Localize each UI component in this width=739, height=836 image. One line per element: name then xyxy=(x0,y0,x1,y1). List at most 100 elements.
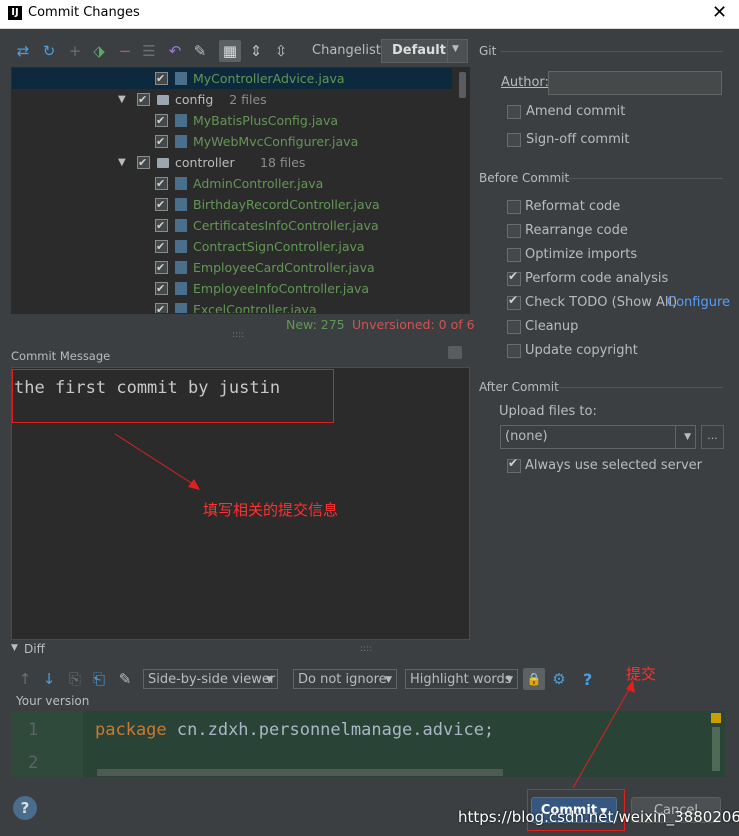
changes-tree[interactable]: MyControllerAdvice.java ▼ config 2 files MyB… xyxy=(11,67,470,314)
before-commit-checkbox[interactable] xyxy=(507,224,521,238)
before-commit-label[interactable]: Cleanup xyxy=(525,319,578,334)
include-checkbox[interactable] xyxy=(155,278,168,299)
amend-label[interactable]: Amend commit xyxy=(526,104,625,119)
include-checkbox[interactable] xyxy=(137,89,150,110)
horizontal-scrollbar[interactable] xyxy=(97,769,503,776)
folder-icon xyxy=(157,158,169,168)
help-button[interactable]: ? xyxy=(13,796,37,820)
tree-file-row[interactable]: BirthdayRecordController.java xyxy=(12,194,452,215)
tree-file-row[interactable]: MyWebMvcConfigurer.java xyxy=(12,131,452,152)
highlight-select[interactable]: Highlight words ▼ xyxy=(405,669,518,689)
amend-checkbox[interactable] xyxy=(507,105,521,119)
before-commit-checkbox[interactable] xyxy=(507,248,521,262)
tree-file-row[interactable]: MyBatisPlusConfig.java xyxy=(12,110,452,131)
include-checkbox[interactable] xyxy=(155,131,168,152)
upload-server-select[interactable]: (none) ▼ xyxy=(500,425,696,449)
before-commit-checkbox[interactable] xyxy=(507,320,521,334)
refresh-diff-icon[interactable]: ⇄ xyxy=(14,42,32,60)
changelist-label: Changelist: xyxy=(312,43,386,58)
java-file-icon xyxy=(175,135,187,148)
java-file-icon xyxy=(175,240,187,253)
changelist-select[interactable]: Default ▼ xyxy=(381,39,468,63)
tree-file-row[interactable]: MyControllerAdvice.java xyxy=(12,68,452,89)
tree-file-row[interactable]: CertificatesInfoController.java xyxy=(12,215,452,236)
always-use-checkbox[interactable] xyxy=(507,456,521,473)
before-commit-checkbox[interactable] xyxy=(507,200,521,214)
previous-file-icon[interactable]: ⎘ xyxy=(66,670,84,688)
vertical-scrollbar[interactable] xyxy=(712,727,720,771)
ignore-select[interactable]: Do not ignore ▼ xyxy=(293,669,397,689)
diff-collapse-icon[interactable]: ▼ xyxy=(11,643,18,653)
include-checkbox[interactable] xyxy=(155,173,168,194)
before-commit-checkbox[interactable] xyxy=(507,269,521,286)
tree-folder-row[interactable]: ▼ config 2 files xyxy=(12,89,452,110)
move-to-changelist-icon[interactable]: ⬗ xyxy=(90,42,108,60)
signoff-label[interactable]: Sign-off commit xyxy=(526,132,629,147)
tree-scrollbar[interactable] xyxy=(459,72,466,98)
remove-icon[interactable]: − xyxy=(116,42,134,60)
tree-file-row[interactable]: ContractSignController.java xyxy=(12,236,452,257)
include-checkbox[interactable] xyxy=(155,236,168,257)
tree-file-row[interactable]: AdminController.java xyxy=(12,173,452,194)
next-diff-icon[interactable]: ↓ xyxy=(40,670,58,688)
edit-icon[interactable]: ✎ xyxy=(116,670,134,688)
java-file-icon xyxy=(175,177,187,190)
expand-arrow-icon[interactable]: ▼ xyxy=(118,152,126,173)
chevron-down-icon: ▼ xyxy=(506,675,513,685)
tree-file-row[interactable]: ExcelController.java xyxy=(12,299,452,313)
unversioned-count[interactable]: Unversioned: 0 of 6 xyxy=(352,317,475,332)
previous-diff-icon[interactable]: ↑ xyxy=(16,670,34,688)
diff-splitter-handle[interactable]: :::: xyxy=(360,644,372,654)
group-icon[interactable]: ☰ xyxy=(140,42,158,60)
diff-label[interactable]: Diff xyxy=(24,642,45,656)
collapse-all-icon[interactable]: ⇳ xyxy=(272,42,290,60)
before-commit-label[interactable]: Optimize imports xyxy=(525,247,637,262)
tree-file-row[interactable]: EmployeeInfoController.java xyxy=(12,278,452,299)
splitter-handle[interactable]: :::: xyxy=(232,330,244,340)
chevron-down-icon: ▼ xyxy=(452,44,459,54)
configure-servers-button[interactable]: ... xyxy=(701,425,724,449)
include-checkbox[interactable] xyxy=(155,215,168,236)
inspection-marker[interactable] xyxy=(711,713,721,723)
before-commit-label[interactable]: Reformat code xyxy=(525,199,620,214)
expand-arrow-icon[interactable]: ▼ xyxy=(118,89,126,110)
add-icon[interactable]: + xyxy=(66,42,84,60)
next-file-icon[interactable]: ⎗ xyxy=(90,670,108,688)
ignore-value: Do not ignore xyxy=(298,672,387,687)
before-commit-label[interactable]: Perform code analysis xyxy=(525,271,668,286)
tree-item-name: MyWebMvcConfigurer.java xyxy=(193,134,359,149)
include-checkbox[interactable] xyxy=(155,68,168,89)
signoff-checkbox[interactable] xyxy=(507,133,521,147)
lock-icon[interactable]: 🔒 xyxy=(523,668,545,690)
before-commit-label[interactable]: Rearrange code xyxy=(525,223,628,238)
before-commit-checkbox[interactable] xyxy=(507,344,521,358)
before-commit-label[interactable]: Check TODO (Show All) xyxy=(525,295,677,310)
include-checkbox[interactable] xyxy=(155,299,168,313)
before-commit-checkbox[interactable] xyxy=(507,293,521,310)
upload-divider xyxy=(675,426,676,448)
message-history-icon[interactable] xyxy=(448,346,462,359)
edit-source-icon[interactable]: ✎ xyxy=(191,42,209,60)
show-diff-icon[interactable]: ▦ xyxy=(219,40,241,62)
author-label: Author: xyxy=(501,75,549,90)
include-checkbox[interactable] xyxy=(137,152,150,173)
tree-file-row[interactable]: EmployeeCardController.java xyxy=(12,257,452,278)
before-commit-label[interactable]: Update copyright xyxy=(525,343,638,358)
include-checkbox[interactable] xyxy=(155,194,168,215)
include-checkbox[interactable] xyxy=(155,110,168,131)
close-icon[interactable]: ✕ xyxy=(712,2,727,23)
tree-folder-row[interactable]: ▼ controller 18 files xyxy=(12,152,452,173)
configure-todo-link[interactable]: Configure xyxy=(667,295,730,310)
upload-label: Upload files to: xyxy=(499,404,597,419)
java-file-icon xyxy=(175,219,187,232)
include-checkbox[interactable] xyxy=(155,257,168,278)
undo-icon[interactable]: ↶ xyxy=(166,42,184,60)
author-input[interactable] xyxy=(548,71,722,95)
viewer-select[interactable]: Side-by-side viewer ▼ xyxy=(143,669,278,689)
window-title: Commit Changes xyxy=(28,5,140,20)
tree-item-name: EmployeeInfoController.java xyxy=(193,281,370,296)
rollback-sync-icon[interactable]: ↻ xyxy=(40,42,58,60)
always-use-label[interactable]: Always use selected server xyxy=(525,458,702,473)
expand-all-icon[interactable]: ⇕ xyxy=(247,42,265,60)
java-file-icon xyxy=(175,261,187,274)
